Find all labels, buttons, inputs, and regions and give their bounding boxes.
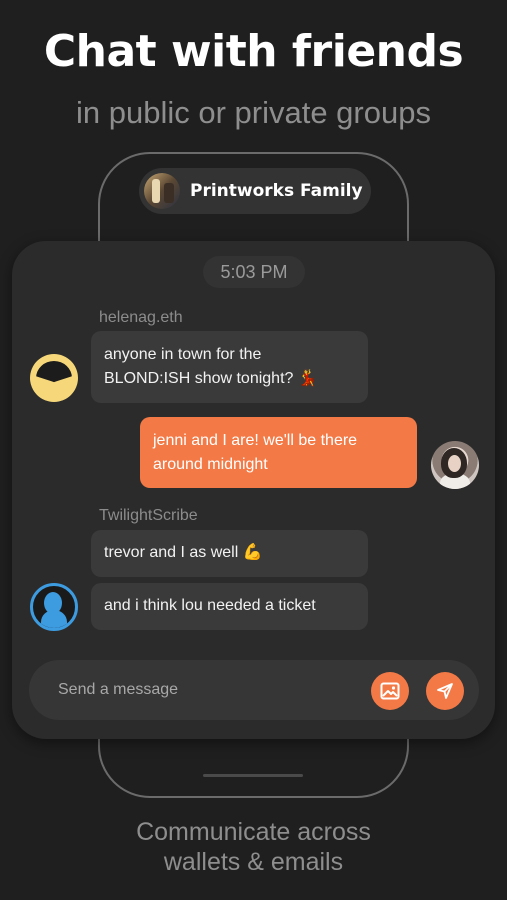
message-bubble: and i think lou needed a ticket (91, 583, 368, 630)
message-line: jenni and I are! we'll be there (153, 432, 358, 449)
footer-caption: Communicate across wallets & emails (0, 817, 507, 877)
footer-line: wallets & emails (163, 848, 344, 876)
timestamp-badge: 5:03 PM (203, 256, 305, 288)
avatar-twilightscribe[interactable] (30, 583, 78, 631)
sender-name: helenag.eth (99, 309, 183, 326)
message-input[interactable] (58, 679, 358, 701)
message-bubble: anyone in town for the BLOND:ISH show to… (91, 331, 368, 403)
footer-line: Communicate across (136, 818, 371, 846)
message-line: and i think lou needed a ticket (104, 597, 316, 614)
group-avatar (144, 173, 180, 209)
group-name: Printworks Family (190, 181, 363, 201)
message-line: BLOND:ISH show tonight? 💃 (104, 370, 318, 387)
message-line: around midnight (153, 456, 268, 473)
message-line: anyone in town for the (104, 346, 262, 363)
send-button[interactable] (426, 672, 464, 710)
subheadline: in public or private groups (76, 95, 431, 130)
group-header-pill[interactable]: Printworks Family (139, 168, 371, 214)
sender-name: TwilightScribe (99, 507, 198, 524)
avatar-helena[interactable] (30, 354, 78, 402)
send-icon (437, 683, 453, 699)
avatar-self[interactable] (431, 441, 479, 489)
attach-image-button[interactable] (371, 672, 409, 710)
headline: Chat with friends (43, 26, 464, 77)
home-indicator (203, 774, 303, 777)
message-line: trevor and I as well 💪 (104, 544, 263, 561)
message-composer (29, 660, 479, 720)
image-icon (380, 682, 400, 700)
message-bubble: trevor and I as well 💪 (91, 530, 368, 577)
own-message-bubble: jenni and I are! we'll be there around m… (140, 417, 417, 488)
